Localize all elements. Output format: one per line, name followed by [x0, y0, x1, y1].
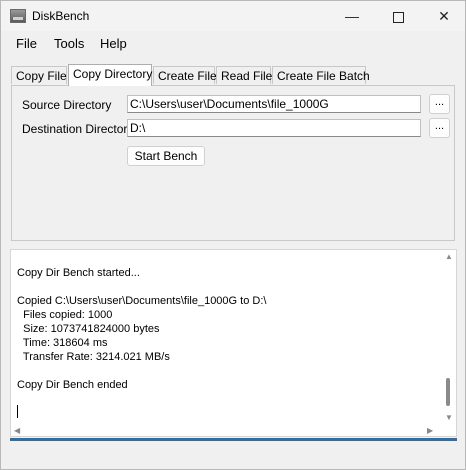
tab-copy-directory[interactable]: Copy Directory — [68, 64, 152, 86]
tab-read-file[interactable]: Read File — [216, 66, 272, 84]
source-directory-input[interactable] — [127, 95, 421, 113]
maximize-icon — [392, 11, 404, 23]
tab-create-file[interactable]: Create File — [153, 66, 217, 84]
minimize-button[interactable]: — — [329, 1, 375, 31]
menu-help[interactable]: Help — [100, 36, 127, 51]
window-title: DiskBench — [32, 9, 90, 23]
menu-bar: File Tools Help — [1, 32, 465, 56]
output-log[interactable]: Copy Dir Bench started... Copied C:\User… — [10, 249, 457, 437]
copy-directory-panel: Source Directory ... Destination Directo… — [11, 85, 455, 241]
chevron-left-icon[interactable]: ◀ — [14, 426, 20, 435]
title-bar[interactable]: DiskBench — ✕ — [1, 1, 465, 31]
start-bench-button[interactable]: Start Bench — [127, 146, 205, 166]
log-line: Files copied: 1000 — [17, 309, 113, 321]
tab-copy-file[interactable]: Copy File — [11, 66, 67, 84]
source-directory-label: Source Directory — [22, 98, 112, 112]
log-line: Copy Dir Bench started... — [17, 267, 140, 279]
log-line: Copied C:\Users\user\Documents\file_1000… — [17, 295, 267, 307]
log-line: Copy Dir Bench ended — [17, 379, 128, 391]
chevron-down-icon[interactable]: ▼ — [445, 413, 453, 422]
tab-create-file-batch[interactable]: Create File Batch — [272, 66, 370, 84]
close-button[interactable]: ✕ — [421, 1, 466, 31]
accent-bar — [10, 438, 457, 441]
vertical-scrollbar-thumb[interactable] — [446, 378, 450, 406]
disk-bench-app-icon — [10, 9, 26, 23]
menu-file[interactable]: File — [16, 36, 37, 51]
app-window: DiskBench — ✕ File Tools Help Copy File … — [0, 0, 466, 470]
destination-browse-button[interactable]: ... — [429, 118, 450, 138]
source-browse-button[interactable]: ... — [429, 94, 450, 114]
menu-tools[interactable]: Tools — [54, 36, 84, 51]
destination-directory-label: Destination Directory — [22, 122, 134, 136]
chevron-right-icon[interactable]: ▶ — [427, 426, 433, 435]
destination-directory-input[interactable] — [127, 119, 421, 137]
log-line: Transfer Rate: 3214.021 MB/s — [17, 351, 170, 363]
text-caret — [17, 405, 18, 418]
log-line: Size: 1073741824000 bytes — [17, 323, 160, 335]
log-line: Time: 318604 ms — [17, 337, 108, 349]
chevron-up-icon[interactable]: ▲ — [445, 252, 453, 261]
maximize-button[interactable] — [375, 1, 421, 31]
